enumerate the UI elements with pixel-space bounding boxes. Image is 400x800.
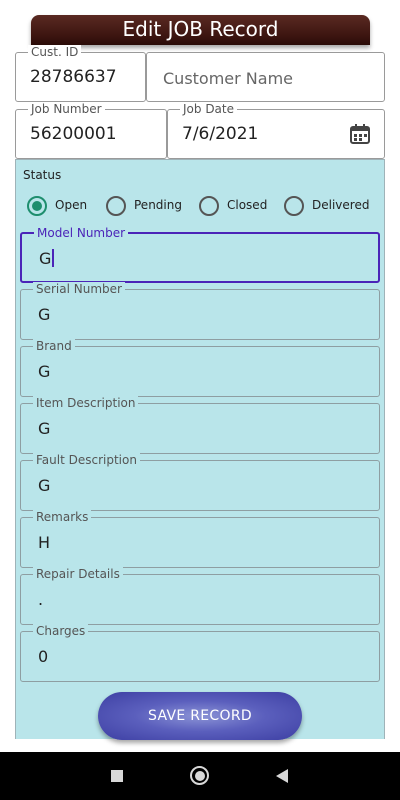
- repair-details-label: Repair Details: [33, 567, 123, 581]
- repair-details-field[interactable]: Repair Details .: [20, 567, 380, 625]
- save-record-button[interactable]: SAVE RECORD: [98, 692, 302, 740]
- charges-label: Charges: [33, 624, 89, 638]
- radio-selected-icon: [27, 196, 47, 216]
- serial-number-field[interactable]: Serial Number G: [20, 282, 380, 340]
- job-number-label: Job Number: [28, 102, 105, 116]
- text-cursor: [52, 249, 54, 267]
- job-date-field[interactable]: Job Date 7/6/2021: [167, 102, 385, 159]
- item-description-label: Item Description: [33, 396, 139, 410]
- page-title: Edit JOB Record: [31, 15, 370, 45]
- item-description-field[interactable]: Item Description G: [20, 396, 380, 454]
- customer-name-field[interactable]: Customer Name: [146, 52, 385, 102]
- status-radio-group: Open Pending Closed Delivered: [27, 196, 377, 218]
- serial-number-value: G: [38, 305, 51, 324]
- repair-details-value: .: [38, 590, 44, 609]
- status-option-open: Open: [55, 198, 88, 212]
- customer-id-field[interactable]: Cust. ID 28786637: [15, 45, 146, 102]
- model-number-label: Model Number: [34, 226, 129, 240]
- job-number-value: 56200001: [30, 124, 117, 144]
- calendar-icon[interactable]: [349, 123, 371, 145]
- back-icon[interactable]: [276, 769, 288, 783]
- brand-value: G: [38, 362, 51, 381]
- status-option-pending: Pending: [134, 198, 182, 212]
- fault-description-label: Fault Description: [33, 453, 140, 467]
- model-number-field[interactable]: Model Number G: [20, 226, 380, 283]
- fault-description-field[interactable]: Fault Description G: [20, 453, 380, 511]
- model-number-value: G: [39, 249, 52, 268]
- recent-apps-icon[interactable]: [111, 770, 123, 782]
- customer-id-value: 28786637: [30, 67, 117, 87]
- radio-unselected-icon: [106, 196, 126, 216]
- charges-value: 0: [38, 647, 49, 666]
- serial-number-label: Serial Number: [33, 282, 125, 296]
- brand-label: Brand: [33, 339, 75, 353]
- charges-field[interactable]: Charges 0: [20, 624, 380, 682]
- item-description-value: G: [38, 419, 51, 438]
- brand-field[interactable]: Brand G: [20, 339, 380, 397]
- job-number-field[interactable]: Job Number 56200001: [15, 102, 167, 159]
- customer-id-label: Cust. ID: [28, 45, 82, 59]
- remarks-field[interactable]: Remarks H: [20, 510, 380, 568]
- status-option-closed: Closed: [227, 198, 268, 212]
- customer-name-placeholder: Customer Name: [163, 69, 294, 88]
- job-date-label: Job Date: [180, 102, 237, 116]
- remarks-label: Remarks: [33, 510, 92, 524]
- home-icon[interactable]: [190, 766, 209, 785]
- system-navigation-bar: [0, 752, 400, 800]
- status-label: Status: [23, 168, 62, 182]
- status-option-delivered: Delivered: [312, 198, 370, 212]
- radio-unselected-icon: [284, 196, 304, 216]
- radio-unselected-icon: [199, 196, 219, 216]
- fault-description-value: G: [38, 476, 51, 495]
- job-date-value: 7/6/2021: [182, 124, 259, 144]
- remarks-value: H: [38, 533, 51, 552]
